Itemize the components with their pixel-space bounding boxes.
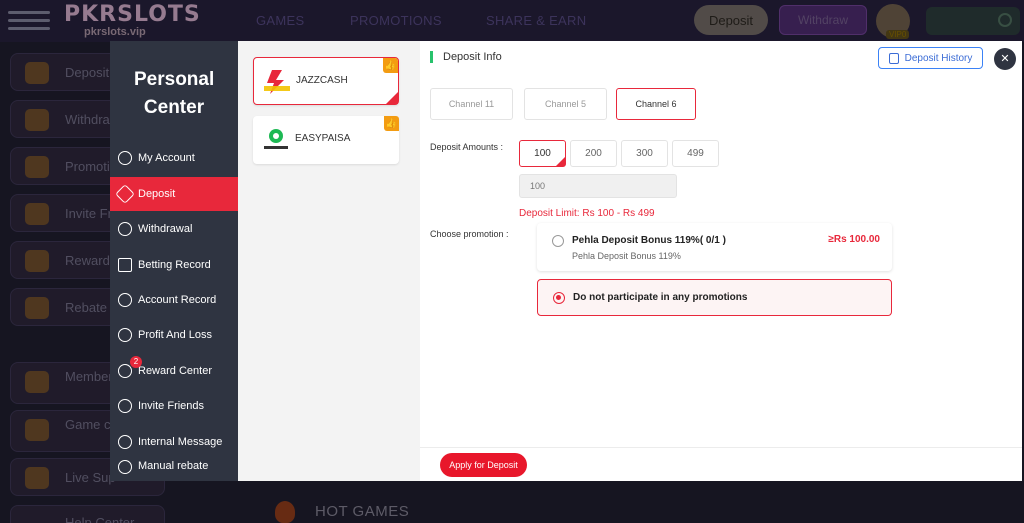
gift-icon xyxy=(25,156,49,178)
brand-logo: PKRSLOTS xyxy=(64,2,201,27)
easypaisa-logo xyxy=(261,126,291,154)
thumbs-up-icon: 👍 xyxy=(383,58,398,73)
vip-badge: VIP0 xyxy=(886,30,910,39)
selected-corner-mark xyxy=(556,157,565,166)
apply-deposit-button[interactable]: Apply for Deposit xyxy=(440,453,527,477)
menu-account-record[interactable]: Account Record xyxy=(110,283,238,317)
payment-method-label: JAZZCASH xyxy=(296,75,348,86)
menu-betting-record[interactable]: Betting Record xyxy=(110,248,238,282)
menu-my-account[interactable]: My Account xyxy=(110,141,238,175)
personal-center-title: Personal Center xyxy=(134,69,215,118)
menu-internal-message[interactable]: Internal Message xyxy=(110,425,238,459)
amount-option[interactable]: 499 xyxy=(672,140,719,167)
selected-corner-mark xyxy=(386,92,398,104)
menu-manual-rebate[interactable]: Manual rebate xyxy=(110,460,238,481)
deposit-history-button[interactable]: Deposit History xyxy=(878,47,983,69)
invite-icon xyxy=(118,399,132,413)
nav-games[interactable]: GAMES xyxy=(256,13,304,28)
support-icon xyxy=(25,467,49,489)
deposit-limit-text: Deposit Limit: Rs 100 - Rs 499 xyxy=(519,208,655,219)
payment-methods-column: JAZZCASH 👍 EASYPAISA 👍 xyxy=(238,41,420,481)
betting-record-icon xyxy=(118,258,132,272)
menu-icon[interactable] xyxy=(8,6,50,34)
promotion-subtitle: Pehla Deposit Bonus 119% xyxy=(572,251,681,261)
payment-method-jazzcash[interactable]: JAZZCASH 👍 xyxy=(253,57,399,105)
fire-icon xyxy=(275,501,295,523)
refresh-icon[interactable] xyxy=(998,13,1012,27)
nav-share-earn[interactable]: SHARE & EARN xyxy=(486,13,586,28)
nav-promotions[interactable]: PROMOTIONS xyxy=(350,13,442,28)
payment-method-easypaisa[interactable]: EASYPAISA 👍 xyxy=(253,116,399,164)
hot-games-heading: HOT GAMES xyxy=(275,501,409,523)
channel-option-selected[interactable]: Channel 6 xyxy=(616,88,696,120)
history-icon xyxy=(888,52,899,64)
amount-option[interactable]: 200 xyxy=(570,140,617,167)
reward-count-badge: 2 xyxy=(130,356,142,368)
deposit-amounts-label: Deposit Amounts : xyxy=(430,142,504,152)
choose-promotion-label: Choose promotion : xyxy=(430,229,509,239)
member-icon xyxy=(25,371,49,393)
gamepad-icon xyxy=(25,419,49,441)
close-button[interactable]: ✕ xyxy=(994,48,1016,70)
channel-option[interactable]: Channel 11 xyxy=(430,88,513,120)
amount-option[interactable]: 300 xyxy=(621,140,668,167)
promotion-option[interactable]: Pehla Deposit Bonus 119%( 0/1 ) Pehla De… xyxy=(537,223,892,271)
menu-reward-center[interactable]: 2 Reward Center xyxy=(110,354,238,388)
jazzcash-logo xyxy=(262,68,292,96)
balance-display[interactable] xyxy=(926,7,1020,35)
sidebar-item-help-center[interactable]: Help Center xyxy=(10,505,165,523)
message-icon xyxy=(118,435,132,449)
deposit-info-title: Deposit Info xyxy=(430,51,502,63)
withdrawal-icon xyxy=(118,222,132,236)
radio-button[interactable] xyxy=(552,235,564,247)
radio-button-selected[interactable] xyxy=(553,292,565,304)
promotion-option-none[interactable]: Do not participate in any promotions xyxy=(537,279,892,316)
brand-domain: pkrslots.vip xyxy=(84,26,146,38)
invite-icon xyxy=(25,203,49,225)
trophy-icon xyxy=(25,250,49,272)
menu-profit-loss[interactable]: Profit And Loss xyxy=(110,318,238,352)
reward-icon xyxy=(118,364,132,378)
deposit-icon xyxy=(25,62,49,84)
account-record-icon xyxy=(118,293,132,307)
personal-center-panel: Personal Center My Account Deposit Withd… xyxy=(110,41,238,481)
menu-invite-friends[interactable]: Invite Friends xyxy=(110,389,238,423)
header-deposit-button[interactable]: Deposit xyxy=(694,5,768,35)
profit-loss-icon xyxy=(118,328,132,342)
footer-divider xyxy=(420,447,1022,448)
close-icon: ✕ xyxy=(1000,53,1010,65)
thumbs-up-icon: 👍 xyxy=(384,116,399,131)
deposit-icon xyxy=(115,184,135,204)
withdraw-icon xyxy=(25,109,49,131)
rebate-icon xyxy=(118,460,132,474)
promotion-name: Pehla Deposit Bonus 119%( 0/1 ) xyxy=(572,235,726,246)
promotion-min-amount: ≥Rs 100.00 xyxy=(828,234,880,245)
channel-option[interactable]: Channel 5 xyxy=(524,88,607,120)
header-withdraw-button[interactable]: Withdraw xyxy=(779,5,867,35)
menu-withdrawal[interactable]: Withdrawal xyxy=(110,212,238,246)
amount-input[interactable]: 100 xyxy=(519,174,677,198)
account-icon xyxy=(118,151,132,165)
payment-method-label: EASYPAISA xyxy=(295,133,351,144)
deposit-info-panel: Deposit Info Deposit History ✕ Channel 1… xyxy=(420,41,1022,481)
rebate-icon xyxy=(25,297,49,319)
amount-option-selected[interactable]: 100 xyxy=(519,140,566,167)
menu-deposit[interactable]: Deposit xyxy=(110,177,238,211)
promotion-name: Do not participate in any promotions xyxy=(573,292,748,303)
